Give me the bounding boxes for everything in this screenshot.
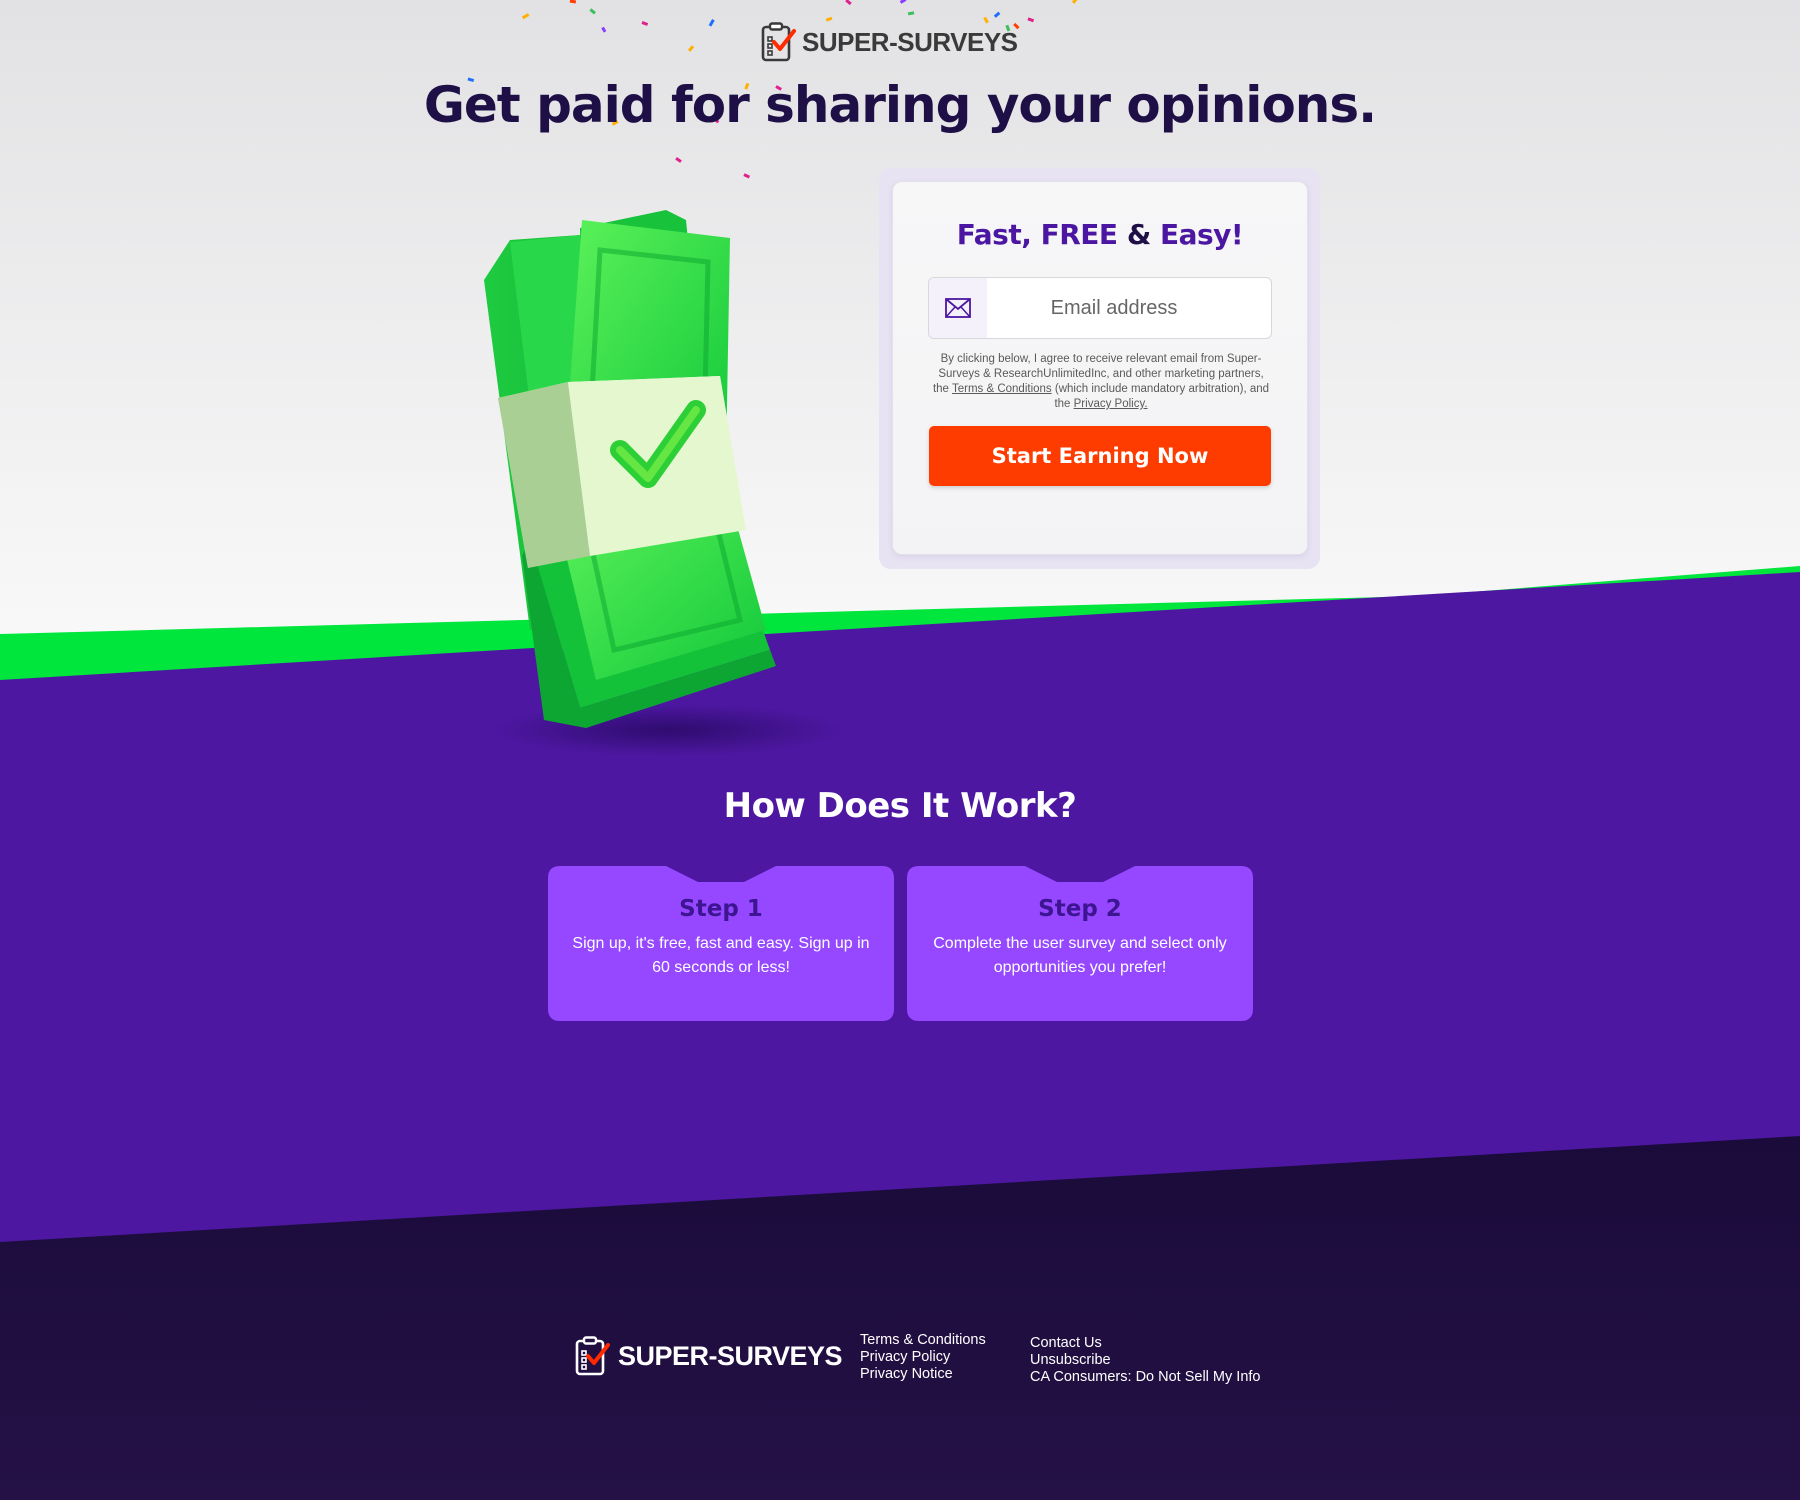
signup-card-title: Fast, FREE & Easy!: [893, 218, 1307, 251]
top-logo-text: SUPER-SURVEYS: [802, 26, 1018, 57]
terms-link[interactable]: Terms & Conditions: [952, 383, 1052, 395]
footer-contact-links: Contact Us Unsubscribe CA Consumers: Do …: [1030, 1335, 1260, 1386]
footer-privacy-policy-link[interactable]: Privacy Policy: [860, 1349, 986, 1366]
email-field[interactable]: [928, 277, 1272, 339]
consent-disclaimer: By clicking below, I agree to receive re…: [929, 352, 1273, 412]
title-part-1: Fast, FREE: [956, 218, 1118, 251]
start-earning-button[interactable]: Start Earning Now: [929, 426, 1271, 486]
footer-logo-text: SUPER-SURVEYS: [618, 1340, 843, 1371]
money-stack-illustration: [484, 210, 776, 728]
page-headline: Get paid for sharing your opinions.: [423, 76, 1377, 134]
footer-do-not-sell-link[interactable]: CA Consumers: Do Not Sell My Info: [1030, 1369, 1260, 1386]
privacy-policy-link[interactable]: Privacy Policy.: [1074, 398, 1148, 410]
clipboard-check-icon: [575, 1336, 610, 1376]
title-part-2: Easy!: [1159, 218, 1244, 251]
clipboard-check-icon: [761, 22, 796, 62]
title-ampersand: &: [1126, 218, 1151, 251]
step-card-2: Step 2 Complete the user survey and sele…: [907, 866, 1253, 1021]
footer-logo[interactable]: SUPER-SURVEYS: [574, 1334, 843, 1378]
footer-legal-links: Terms & Conditions Privacy Policy Privac…: [860, 1332, 986, 1383]
step-1-title: Step 1: [679, 896, 763, 922]
footer-unsubscribe-link[interactable]: Unsubscribe: [1030, 1352, 1260, 1369]
step-2-title: Step 2: [1038, 896, 1122, 922]
how-it-works-title: How Does It Work?: [723, 786, 1077, 826]
top-logo[interactable]: SUPER-SURVEYS: [760, 20, 1018, 64]
step-card-1: Step 1 Sign up, it's free, fast and easy…: [548, 866, 894, 1021]
email-icon-box: [929, 278, 987, 338]
signup-card: Fast, FREE & Easy! By clicking below, I …: [892, 181, 1308, 555]
footer-terms-link[interactable]: Terms & Conditions: [860, 1332, 986, 1349]
footer-privacy-notice-link[interactable]: Privacy Notice: [860, 1366, 986, 1383]
step-2-text: Complete the user survey and select only…: [933, 935, 1227, 976]
step-1-text: Sign up, it's free, fast and easy. Sign …: [572, 935, 870, 976]
footer-contact-link[interactable]: Contact Us: [1030, 1335, 1260, 1352]
envelope-icon: [945, 298, 971, 318]
email-input[interactable]: [987, 278, 1271, 338]
